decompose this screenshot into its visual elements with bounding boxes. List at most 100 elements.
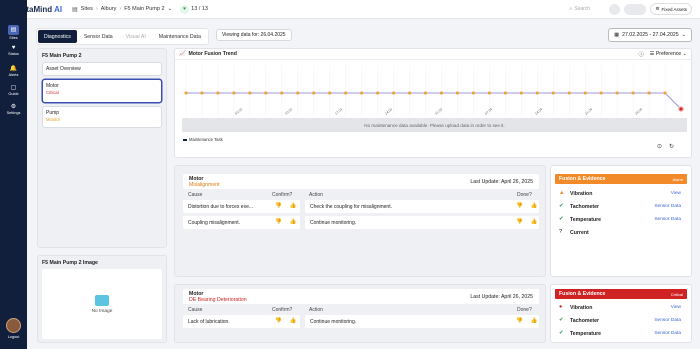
evidence-name: Tachometer: [570, 318, 600, 324]
asset-item-motor[interactable]: Motor Critical: [42, 79, 162, 103]
preference-label: Preference: [655, 51, 682, 57]
check-icon: ✔: [559, 330, 564, 336]
refresh-icon[interactable]: ↻: [669, 143, 674, 150]
sidebar-item-label: Settings: [6, 111, 21, 115]
data-point: [567, 91, 571, 95]
logout-label: Logout: [7, 335, 20, 339]
x-tick-label: 28.04: [634, 107, 643, 116]
trend-chart: 03.03 10.03 17.03 24.03 31.03 07.04 14.04 21.04…: [184, 65, 684, 117]
top-bar: ◆ DataMind AI ▤ Sites › Albury › F5 Main…: [0, 0, 700, 19]
fusion-evidence-panel-2: Fusion & Evidence Critical ● Vibration V…: [550, 284, 692, 343]
health-icon: ♥: [180, 4, 190, 14]
toggle-button[interactable]: [624, 3, 647, 15]
chevron-down-icon[interactable]: ⌄: [168, 6, 173, 12]
sidebar-item-label: Alerts: [8, 73, 19, 77]
check-icon: ✔: [559, 216, 564, 222]
data-point: [472, 91, 475, 95]
thumbs-up-icon[interactable]: 👍: [290, 318, 297, 324]
fusion-header: Fusion & Evidence Critical: [555, 289, 687, 299]
notification-button[interactable]: [609, 3, 621, 15]
sidebar-item-status[interactable]: ♥ Status: [0, 45, 27, 56]
data-point: [583, 91, 587, 95]
view-tabs: Diagnostics Sensor Data Visual AI Mainte…: [36, 28, 209, 45]
fixed-assets-label: Fixed Assets: [661, 6, 687, 12]
issue-last-update: Last Update: April 26, 2025: [470, 294, 533, 300]
breadcrumb: ▤ Sites › Albury › F5 Main Pump 2 ⌄ ♥ 13…: [72, 4, 208, 14]
data-point: [663, 91, 667, 95]
reset-zoom-icon[interactable]: ⊙: [657, 143, 662, 150]
sidebar-item-sites[interactable]: ▤ Sites: [0, 25, 27, 40]
thumbs-down-icon[interactable]: 👎: [516, 318, 523, 324]
data-point: [615, 91, 619, 95]
action-text: Check the coupling for misalignment.: [305, 200, 539, 213]
thumbs-up-icon[interactable]: 👍: [290, 203, 297, 209]
asset-count[interactable]: ♥ 13 / 13: [180, 4, 208, 14]
sidebar-item-label: Guide: [8, 92, 19, 96]
data-point: [344, 91, 348, 95]
tab-maintenance-data[interactable]: Maintenance Data: [153, 30, 207, 43]
thumbs-down-icon[interactable]: 👎: [275, 219, 282, 225]
fusion-trend-panel: 📈 Motor Fusion Trend ⓘ ☰ Preference ⌄ 03…: [174, 48, 692, 158]
data-point: [296, 91, 300, 95]
thumbs-down-icon[interactable]: 👎: [516, 203, 523, 209]
sidebar-item-alerts[interactable]: 🔔 Alerts: [0, 65, 27, 77]
chart-legend: Maintenance Task: [183, 137, 223, 142]
thumbs-down-icon[interactable]: 👎: [275, 203, 282, 209]
column-action: Action: [309, 307, 323, 313]
asset-item-pump[interactable]: Pump Monitor: [42, 106, 162, 128]
breadcrumb-separator: ›: [95, 6, 98, 12]
evidence-link[interactable]: View: [671, 191, 681, 196]
issue-row: Lack of lubrication. 👎 👍 Continue monitor…: [183, 315, 539, 328]
search-input[interactable]: ⌕ Search: [567, 4, 605, 15]
data-point: [264, 91, 268, 95]
thumbs-up-icon[interactable]: 👍: [531, 219, 538, 225]
evidence-link[interactable]: Sensor Data: [654, 217, 681, 222]
logout-button[interactable]: Logout: [4, 318, 23, 339]
sidebar-item-settings[interactable]: ⚙ Settings: [0, 103, 27, 115]
evidence-link[interactable]: Sensor Data: [654, 204, 681, 209]
fixed-assets-button[interactable]: ⚙ Fixed Assets: [650, 3, 692, 15]
calendar-icon: ▦: [614, 32, 620, 38]
data-point: [440, 91, 443, 95]
breadcrumb-site[interactable]: Albury: [101, 6, 117, 12]
evidence-link[interactable]: Sensor Data: [654, 331, 681, 336]
sidebar-item-guide[interactable]: ▢ Guide: [0, 84, 27, 96]
thumbs-up-icon[interactable]: 👍: [531, 318, 538, 324]
column-action: Action: [309, 192, 323, 198]
breadcrumb-asset[interactable]: F5 Main Pump 2: [124, 6, 164, 12]
data-point-critical: [678, 106, 684, 112]
data-point: [551, 91, 555, 95]
issue-row: Coupling misalignment. 👎 👍 Continue monit…: [183, 216, 539, 229]
thumbs-down-icon[interactable]: 👎: [516, 219, 523, 225]
evidence-name: Vibration: [570, 191, 593, 197]
avatar: [6, 318, 21, 333]
viewing-date: Viewing data for: 26.04.2025: [216, 29, 292, 41]
date-range-picker[interactable]: ▦ 27.02.2025 - 27.04.2025 ⌄: [608, 28, 692, 42]
column-done: Done?: [517, 307, 532, 313]
evidence-link[interactable]: Sensor Data: [654, 318, 681, 323]
tab-sensor-data[interactable]: Sensor Data: [78, 30, 119, 43]
tab-visual-ai[interactable]: Visual AI: [120, 30, 152, 43]
evidence-link[interactable]: View: [671, 305, 681, 310]
data-point: [232, 91, 236, 95]
asset-item-overview[interactable]: Asset Overview: [42, 62, 162, 76]
tab-diagnostics[interactable]: Diagnostics: [38, 30, 77, 43]
thumbs-down-icon[interactable]: 👎: [275, 318, 282, 324]
column-cause: Cause: [188, 192, 203, 198]
info-icon[interactable]: ⓘ: [639, 51, 644, 58]
thumbs-up-icon[interactable]: 👍: [531, 203, 538, 209]
issue-row: Distortion due to forces exe... 👎 👍 Check…: [183, 200, 539, 213]
no-image-label: No Image: [91, 308, 113, 314]
data-point: [200, 91, 204, 95]
breadcrumb-sites[interactable]: Sites: [81, 6, 93, 12]
preference-button[interactable]: ☰ Preference ⌄: [650, 51, 687, 57]
data-point: [280, 91, 284, 95]
x-tick-label: 24.03: [384, 107, 393, 116]
evidence-item: ▲ Vibration View: [555, 187, 687, 200]
evidence-item: ? Current: [555, 226, 687, 239]
data-point: [312, 91, 316, 95]
document-icon: ▢: [10, 85, 17, 91]
sites-icon: ▤: [72, 6, 78, 13]
thumbs-up-icon[interactable]: 👍: [290, 219, 297, 225]
data-point: [328, 91, 332, 95]
